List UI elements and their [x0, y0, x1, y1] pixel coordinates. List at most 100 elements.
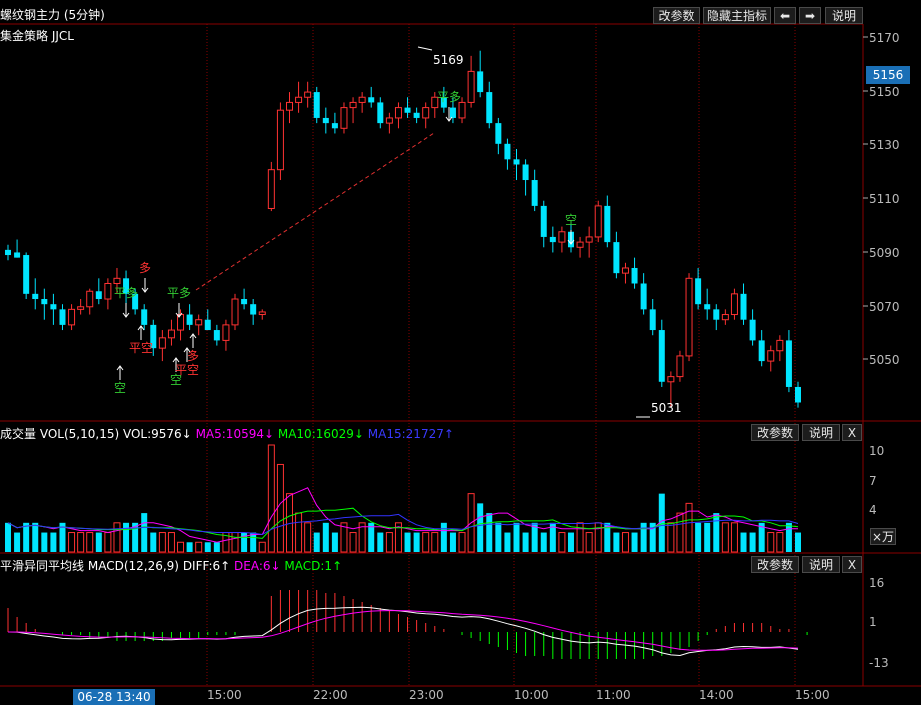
volume-bar: [504, 532, 511, 552]
candle-body: [68, 308, 76, 326]
macd-tick: 16: [869, 576, 885, 590]
volume-unit-button[interactable]: ×万: [870, 528, 896, 545]
candle-body: [785, 340, 792, 387]
candle-body: [358, 96, 366, 103]
volume-bar: [795, 532, 801, 552]
signal-label: 平多: [167, 286, 191, 300]
candle-body: [86, 290, 94, 308]
candle-body: [676, 355, 684, 378]
macd-tick: -13: [869, 656, 889, 670]
volume-bar: [422, 532, 430, 553]
macd-help-button[interactable]: 说明: [802, 556, 840, 573]
next-button[interactable]: ➡: [799, 7, 821, 24]
volume-bar: [385, 532, 393, 553]
prev-button[interactable]: ⬅: [774, 7, 796, 24]
volume-bar: [458, 532, 466, 553]
candle-body: [77, 306, 85, 310]
signal-label: 空: [565, 213, 577, 227]
volume-bar: [41, 532, 48, 552]
macd-change-params-button[interactable]: 改参数: [751, 556, 799, 573]
price-tick: 5150: [869, 85, 900, 99]
volume-bar: [86, 532, 94, 553]
signal-label: 平多: [437, 90, 461, 104]
volume-bar: [50, 532, 57, 552]
candle-body: [313, 92, 320, 118]
volume-help-button[interactable]: 说明: [802, 424, 840, 441]
volume-bar: [5, 522, 11, 552]
price-tick: 5170: [869, 31, 900, 45]
candle-body: [604, 205, 611, 243]
volume-bar: [676, 512, 684, 553]
macd-panel-name: 平滑异同平均线 MACD(12,26,9) DIFF:6↑ DEA:6↓ MAC…: [0, 559, 343, 573]
time-tick: 10:00: [514, 688, 549, 702]
candle-body: [23, 255, 30, 294]
current-price-badge: 5156: [866, 66, 910, 84]
candle-body: [304, 91, 312, 98]
time-tick: 11:00: [596, 688, 631, 702]
candle-body: [340, 107, 348, 129]
candle-body: [658, 330, 665, 382]
candle-body: [594, 205, 602, 238]
volume-change-params-button[interactable]: 改参数: [751, 424, 799, 441]
change-params-button[interactable]: 改参数: [653, 7, 700, 24]
volume-bar: [540, 532, 547, 552]
volume-bar: [349, 532, 357, 553]
volume-bar: [167, 532, 175, 553]
volume-bar: [721, 522, 729, 553]
volume-bar: [113, 522, 121, 553]
volume-bar: [567, 532, 574, 552]
candle-body: [695, 278, 702, 305]
candle-body: [285, 101, 293, 111]
candle-body: [504, 143, 511, 160]
volume-bar: [776, 532, 784, 553]
volume-bar: [250, 532, 257, 552]
candle-body: [558, 231, 566, 243]
volume-bar: [404, 532, 411, 552]
volume-bar: [730, 522, 738, 553]
candle-body: [685, 277, 693, 357]
candle-body: [222, 324, 230, 341]
volume-bar: [23, 522, 30, 552]
volume-bar: [449, 532, 456, 552]
volume-panel-name: 成交量 VOL(5,10,15) VOL:9576↓ MA5:10594↓ MA…: [0, 427, 454, 441]
volume-bar: [513, 522, 520, 552]
candle-body: [713, 309, 720, 320]
volume-bar: [477, 503, 484, 552]
candle-body: [749, 319, 756, 341]
candle-body: [458, 101, 466, 119]
candle-body: [585, 236, 593, 243]
candle-body: [59, 309, 66, 325]
candle-body: [258, 311, 266, 316]
candle-body: [649, 309, 656, 331]
volume-close-button[interactable]: X: [842, 424, 862, 441]
volume-bar: [322, 522, 329, 552]
volume-bar: [431, 532, 439, 553]
candle-body: [449, 107, 456, 118]
price-tick: 5110: [869, 192, 900, 206]
candle-body: [204, 319, 211, 331]
candle-body: [349, 101, 357, 109]
macd-tick: 1: [869, 615, 877, 629]
candle-body: [113, 277, 121, 284]
candle-body: [5, 249, 11, 256]
volume-bar: [177, 541, 185, 553]
candle-body: [95, 291, 102, 300]
volume-bar: [150, 532, 157, 552]
candle-body: [730, 293, 738, 316]
candle-body: [158, 337, 166, 349]
volume-bar: [186, 542, 193, 552]
candle-body: [368, 97, 375, 103]
candle-body: [14, 252, 21, 258]
signal-label: 多: [187, 349, 199, 363]
candle-body: [758, 340, 765, 362]
volume-bar: [440, 522, 447, 552]
volume-bar: [213, 542, 220, 552]
candle-body: [186, 314, 193, 325]
candle-body: [467, 70, 475, 103]
high-price-label: 5169: [433, 53, 464, 67]
macd-close-button[interactable]: X: [842, 556, 862, 573]
hide-indicator-button[interactable]: 隐藏主指标: [703, 7, 771, 24]
help-button[interactable]: 说明: [825, 7, 863, 24]
candle-body: [413, 112, 420, 118]
volume-bar: [295, 512, 303, 553]
